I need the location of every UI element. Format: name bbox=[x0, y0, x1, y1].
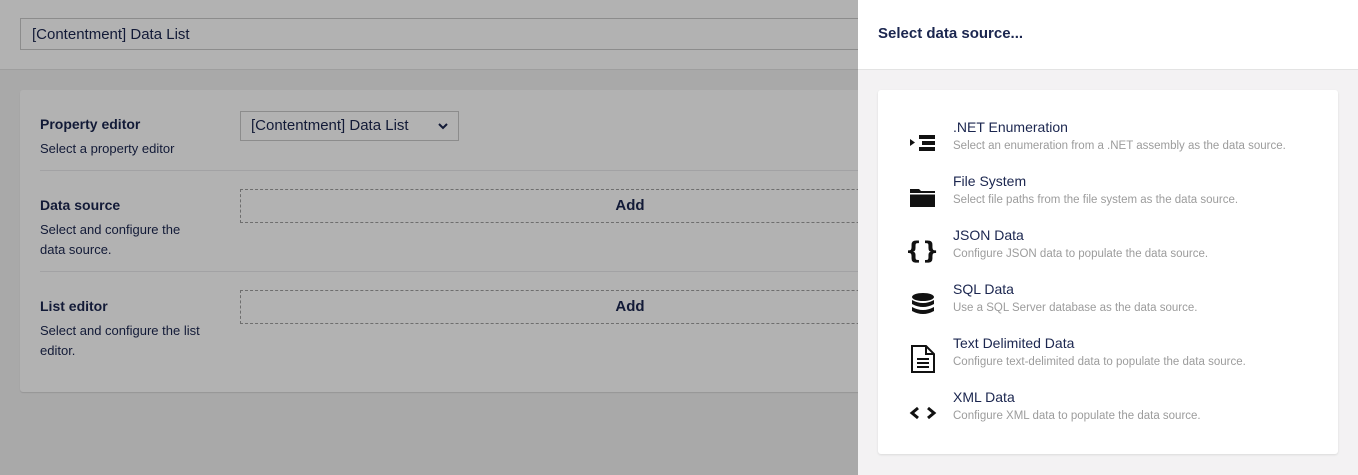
item-description: Use a SQL Server database as the data so… bbox=[953, 302, 1198, 314]
data-source-item-net-enumeration[interactable]: .NET Enumeration Select an enumeration f… bbox=[878, 118, 1338, 172]
item-description: Configure JSON data to populate the data… bbox=[953, 248, 1209, 260]
document-icon bbox=[908, 344, 938, 374]
data-source-item-xml-data[interactable]: XML Data Configure XML data to populate … bbox=[878, 388, 1338, 442]
database-icon bbox=[908, 290, 938, 320]
data-source-list: .NET Enumeration Select an enumeration f… bbox=[878, 90, 1338, 454]
item-name: XML Data bbox=[953, 389, 1015, 405]
item-description: Configure XML data to populate the data … bbox=[953, 410, 1201, 422]
item-description: Select an enumeration from a .NET assemb… bbox=[953, 140, 1286, 152]
item-description: Select file paths from the file system a… bbox=[953, 194, 1239, 206]
code-icon bbox=[908, 398, 938, 428]
folder-icon bbox=[908, 182, 938, 212]
item-name: JSON Data bbox=[953, 227, 1024, 243]
data-source-item-text-delimited-data[interactable]: Text Delimited Data Configure text-delim… bbox=[878, 334, 1338, 388]
data-source-panel: Select data source... .NET Enumeration S… bbox=[858, 0, 1358, 475]
item-name: .NET Enumeration bbox=[953, 119, 1068, 135]
data-source-item-json-data[interactable]: {} JSON Data Configure JSON data to popu… bbox=[878, 226, 1338, 280]
svg-text:{}: {} bbox=[908, 237, 938, 265]
item-name: Text Delimited Data bbox=[953, 335, 1075, 351]
item-name: SQL Data bbox=[953, 281, 1014, 297]
data-source-item-sql-data[interactable]: SQL Data Use a SQL Server database as th… bbox=[878, 280, 1338, 334]
list-icon bbox=[908, 128, 938, 158]
data-source-item-file-system[interactable]: File System Select file paths from the f… bbox=[878, 172, 1338, 226]
item-name: File System bbox=[953, 173, 1027, 189]
panel-title: Select data source... bbox=[878, 25, 1024, 42]
item-description: Configure text-delimited data to populat… bbox=[953, 356, 1246, 368]
panel-header: Select data source... bbox=[858, 0, 1358, 70]
braces-icon: {} bbox=[908, 236, 938, 266]
